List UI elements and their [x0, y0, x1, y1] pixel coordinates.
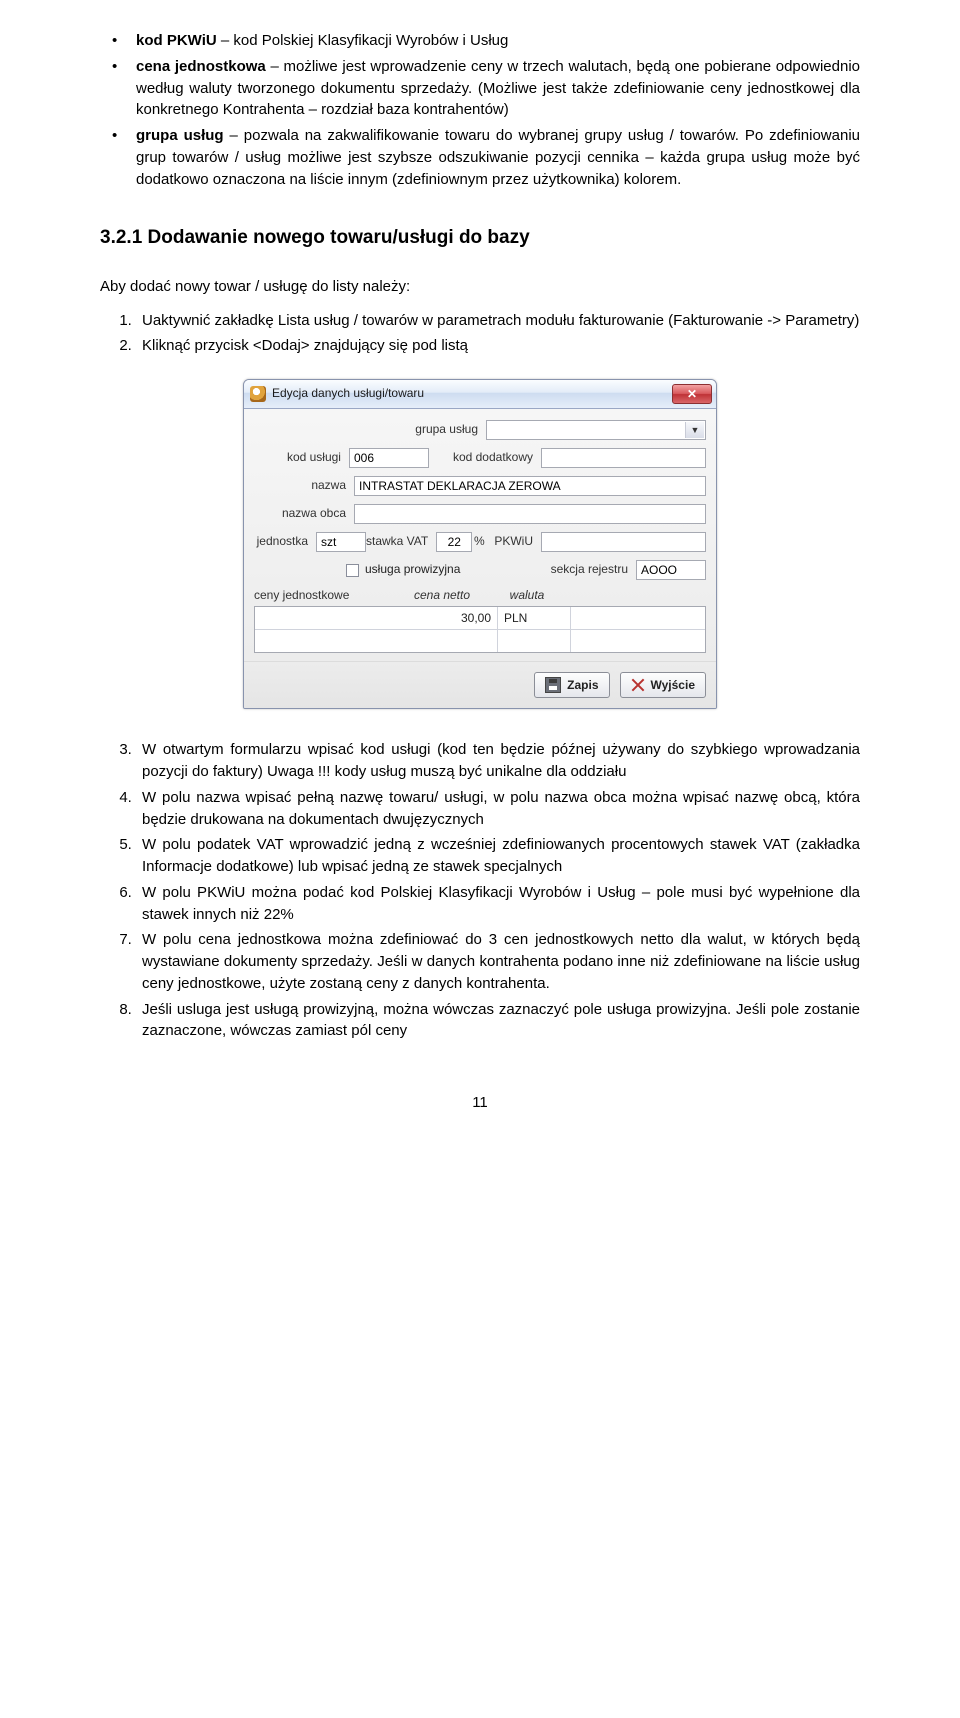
- step-item: W polu podatek VAT wprowadzić jedną z wc…: [136, 834, 860, 878]
- top-bullets: kod PKWiU – kod Polskiej Klasyfikacji Wy…: [100, 30, 860, 190]
- steps-before: Uaktywnić zakładkę Lista usług / towarów…: [100, 310, 860, 358]
- grupa-select[interactable]: ▼: [486, 420, 706, 440]
- label-prowizyjna: usługa prowizyjna: [365, 561, 460, 578]
- label-stawka: stawka VAT: [366, 533, 436, 550]
- page-number: 11: [100, 1092, 860, 1114]
- bullet-item: cena jednostkowa – możliwe jest wprowadz…: [100, 56, 860, 121]
- label-sekcja: sekcja rejestru: [518, 561, 636, 578]
- label-pkwiu: PKWiU: [494, 533, 541, 550]
- dialog-icon: [250, 386, 266, 402]
- label-grupa: grupa usług: [254, 421, 486, 438]
- kod-dodatkowy-input[interactable]: [541, 448, 706, 468]
- price-row[interactable]: [255, 629, 705, 652]
- step-item: Uaktywnić zakładkę Lista usług / towarów…: [136, 310, 860, 332]
- dialog-title: Edycja danych usługi/towaru: [272, 385, 672, 402]
- step-item: W polu nazwa wpisać pełną nazwę towaru/ …: [136, 787, 860, 831]
- label-nazwa-obca: nazwa obca: [254, 505, 354, 522]
- exit-button[interactable]: Wyjście: [620, 672, 706, 698]
- save-icon: [545, 677, 561, 693]
- close-icon: ✕: [687, 388, 697, 400]
- step-item: W polu cena jednostkowa można zdefiniowa…: [136, 929, 860, 994]
- price-row[interactable]: 30,00 PLN: [255, 607, 705, 629]
- price-grid[interactable]: 30,00 PLN: [254, 606, 706, 653]
- section-heading: 3.2.1 Dodawanie nowego towaru/usługi do …: [100, 224, 860, 252]
- prowizyjna-checkbox[interactable]: [346, 564, 359, 577]
- col-cena-netto: cena netto: [392, 587, 492, 604]
- bullet-item: kod PKWiU – kod Polskiej Klasyfikacji Wy…: [100, 30, 860, 52]
- price-netto-cell: 30,00: [255, 607, 498, 629]
- save-button[interactable]: Zapis: [534, 672, 609, 698]
- close-icon: [631, 678, 645, 692]
- label-percent: %: [472, 533, 494, 550]
- lead-text: Aby dodać nowy towar / usługę do listy n…: [100, 276, 860, 298]
- step-item: W otwartym formularzu wpisać kod usługi …: [136, 739, 860, 783]
- label-jednostka: jednostka: [254, 533, 316, 550]
- pkwiu-input[interactable]: [541, 532, 706, 552]
- price-waluta-cell: PLN: [498, 607, 571, 629]
- stawka-input[interactable]: [436, 532, 472, 552]
- titlebar: Edycja danych usługi/towaru ✕: [244, 380, 716, 409]
- chevron-down-icon: ▼: [685, 422, 704, 438]
- label-nazwa: nazwa: [254, 477, 354, 494]
- sekcja-input[interactable]: [636, 560, 706, 580]
- close-button[interactable]: ✕: [672, 384, 712, 404]
- step-item: W polu PKWiU można podać kod Polskiej Kl…: [136, 882, 860, 926]
- step-item: Jeśli usluga jest usługą prowizyjną, moż…: [136, 999, 860, 1043]
- steps-after: W otwartym formularzu wpisać kod usługi …: [100, 739, 860, 1042]
- col-waluta: waluta: [492, 587, 562, 604]
- bullet-item: grupa usług – pozwala na zakwalifikowani…: [100, 125, 860, 190]
- nazwa-obca-input[interactable]: [354, 504, 706, 524]
- label-ceny: ceny jednostkowe: [254, 587, 392, 604]
- label-kod-dod: kod dodatkowy: [429, 449, 541, 466]
- kod-input[interactable]: [349, 448, 429, 468]
- nazwa-input[interactable]: [354, 476, 706, 496]
- jednostka-input[interactable]: [316, 532, 366, 552]
- label-kod: kod usługi: [254, 449, 349, 466]
- dialog-window: Edycja danych usługi/towaru ✕ grupa usłu…: [243, 379, 717, 709]
- step-item: Kliknąć przycisk <Dodaj> znajdujący się …: [136, 335, 860, 357]
